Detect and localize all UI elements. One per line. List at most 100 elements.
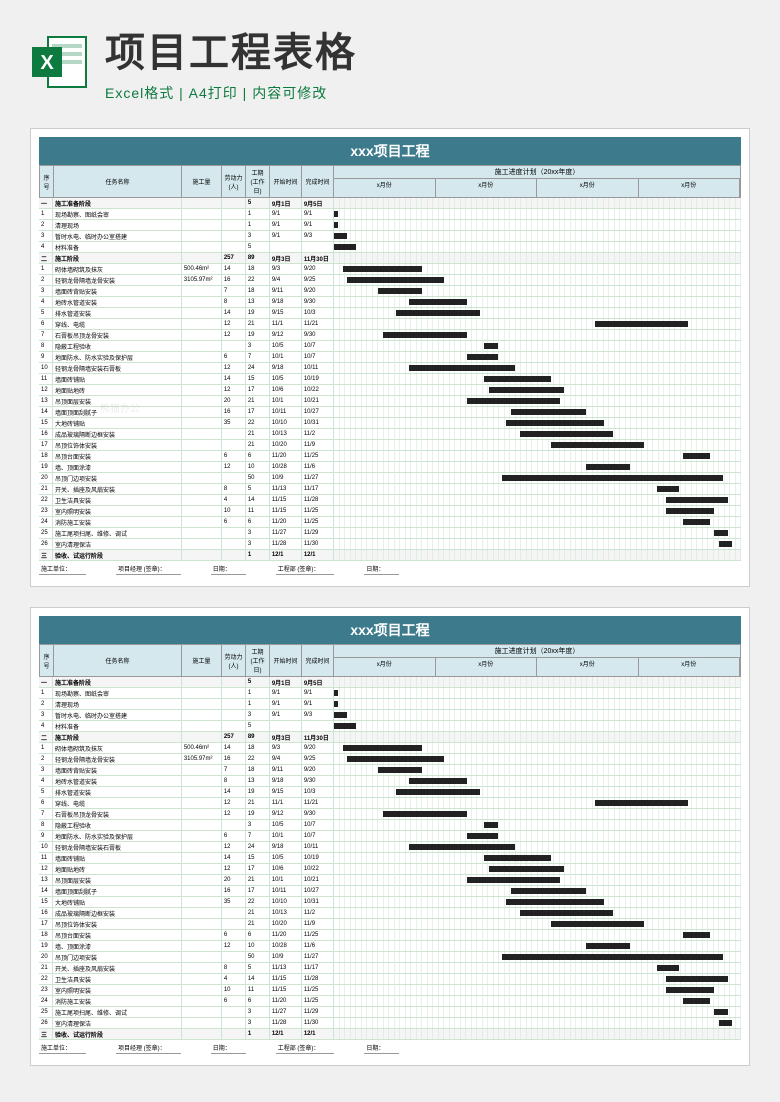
cell-area bbox=[182, 974, 222, 984]
cell-num: 26 bbox=[39, 539, 53, 549]
table-row: 1现场勘察、图纸会审19/19/1 bbox=[39, 688, 741, 699]
cell-num: 17 bbox=[39, 919, 53, 929]
cell-num: 20 bbox=[39, 473, 53, 483]
cell-area bbox=[182, 319, 222, 329]
cell-days: 22 bbox=[246, 275, 270, 285]
cell-days: 21 bbox=[246, 919, 270, 929]
cell-days: 13 bbox=[246, 776, 270, 786]
cell-end: 10/27 bbox=[302, 407, 334, 417]
col-start: 开始时间 bbox=[270, 166, 302, 197]
cell-num: 13 bbox=[39, 396, 53, 406]
cell-labor bbox=[222, 820, 246, 830]
cell-start: 12/1 bbox=[270, 550, 302, 560]
table-row: 17吊顶位饰体安装2110/2011/9 bbox=[39, 919, 741, 930]
cell-days: 21 bbox=[246, 798, 270, 808]
cell-name: 石膏板吊顶龙骨安装 bbox=[53, 809, 182, 819]
cell-area bbox=[182, 688, 222, 698]
cell-name: 轻钢龙骨隔墙龙骨安装 bbox=[53, 754, 182, 764]
cell-labor bbox=[222, 952, 246, 962]
gantt-cell bbox=[334, 996, 741, 1006]
cell-labor: 14 bbox=[222, 374, 246, 384]
cell-start: 10/11 bbox=[270, 886, 302, 896]
cell-days: 3 bbox=[246, 820, 270, 830]
cell-name: 施工准备阶段 bbox=[53, 198, 182, 208]
table-row: 3暂时水电、临时办公室搭建39/19/3 bbox=[39, 710, 741, 721]
cell-days: 21 bbox=[246, 908, 270, 918]
col-area: 施工量 bbox=[182, 645, 222, 676]
cell-start: 10/1 bbox=[270, 396, 302, 406]
gantt-bar bbox=[502, 954, 723, 960]
cell-end: 11/2 bbox=[302, 429, 334, 439]
cell-area bbox=[182, 798, 222, 808]
table-row: 23室内照明安装101111/1511/25 bbox=[39, 506, 741, 517]
table-row: 20吊顶门边项安装5010/911/27 bbox=[39, 952, 741, 963]
cell-name: 验收、试运行阶段 bbox=[53, 550, 182, 560]
cell-name: 施工尾项扫尾、维修、调试 bbox=[53, 528, 182, 538]
footer-unit: 施工单位： bbox=[39, 1043, 86, 1054]
cell-num: 4 bbox=[39, 721, 53, 731]
cell-name: 地砖水管道安装 bbox=[53, 297, 182, 307]
cell-end: 12/1 bbox=[302, 550, 334, 560]
cell-area bbox=[182, 253, 222, 263]
table-row: 3墙面砖背贴安装7189/119/20 bbox=[39, 765, 741, 776]
table-row: 二施工阶段257899月3日11月30日 bbox=[39, 732, 741, 743]
cell-end: 11/30 bbox=[302, 539, 334, 549]
cell-labor: 6 bbox=[222, 831, 246, 841]
cell-days: 89 bbox=[246, 253, 270, 263]
cell-area bbox=[182, 396, 222, 406]
gantt-cell bbox=[334, 677, 741, 687]
gantt-cell bbox=[334, 407, 741, 417]
cell-num: 7 bbox=[39, 809, 53, 819]
cell-end: 9/20 bbox=[302, 286, 334, 296]
table-row: 三验收、试运行阶段112/112/1 bbox=[39, 550, 741, 561]
cell-labor: 12 bbox=[222, 385, 246, 395]
table-row: 15大地砖铺贴352210/1010/31 bbox=[39, 418, 741, 429]
cell-end: 11/9 bbox=[302, 440, 334, 450]
gantt-bar bbox=[334, 244, 356, 250]
cell-name: 地砖水管道安装 bbox=[53, 776, 182, 786]
cell-labor bbox=[222, 198, 246, 208]
gantt-bar bbox=[586, 464, 630, 470]
cell-start: 9/1 bbox=[270, 231, 302, 241]
cell-num: 14 bbox=[39, 886, 53, 896]
cell-end: 9/30 bbox=[302, 297, 334, 307]
cell-area bbox=[182, 732, 222, 742]
cell-end bbox=[302, 721, 334, 731]
table-row: 2清理现场19/19/1 bbox=[39, 699, 741, 710]
cell-end bbox=[302, 242, 334, 252]
cell-area bbox=[182, 528, 222, 538]
gantt-bar bbox=[683, 453, 710, 459]
cell-days: 21 bbox=[246, 429, 270, 439]
table-row: 9地面防水、防水实验及保护层6710/110/7 bbox=[39, 352, 741, 363]
cell-start: 9/12 bbox=[270, 809, 302, 819]
cell-labor: 14 bbox=[222, 264, 246, 274]
cell-name: 卫生洁具安装 bbox=[53, 974, 182, 984]
gantt-cell bbox=[334, 710, 741, 720]
cell-name: 墙、顶面涂漆 bbox=[53, 462, 182, 472]
cell-start: 10/10 bbox=[270, 418, 302, 428]
cell-end: 10/11 bbox=[302, 842, 334, 852]
cell-area bbox=[182, 897, 222, 907]
cell-end: 11月30日 bbox=[302, 732, 334, 742]
cell-name: 墙面砖铺贴 bbox=[53, 374, 182, 384]
cell-name: 吊顶台面安装 bbox=[53, 451, 182, 461]
gantt-bar bbox=[409, 844, 515, 850]
cell-area bbox=[182, 908, 222, 918]
cell-start: 11/1 bbox=[270, 319, 302, 329]
cell-end: 9/25 bbox=[302, 754, 334, 764]
cell-days: 10 bbox=[246, 941, 270, 951]
cell-days: 89 bbox=[246, 732, 270, 742]
gantt-bar bbox=[467, 877, 560, 883]
gantt-bar bbox=[484, 343, 497, 349]
cell-name: 穿线、电缆 bbox=[53, 319, 182, 329]
cell-num: 6 bbox=[39, 798, 53, 808]
table-row: 一施工准备阶段59月1日9月5日 bbox=[39, 677, 741, 688]
cell-start: 9/1 bbox=[270, 220, 302, 230]
cell-days: 1 bbox=[246, 209, 270, 219]
cell-name: 墙面顶面刮腻子 bbox=[53, 886, 182, 896]
cell-name: 石膏板吊顶龙骨安装 bbox=[53, 330, 182, 340]
cell-start: 9/4 bbox=[270, 754, 302, 764]
sheet-preview-1: xxx项目工程序号任务名称施工量劳动力(人)工期(工作日)开始时间完成时间施工进… bbox=[30, 128, 750, 587]
cell-labor bbox=[222, 721, 246, 731]
gantt-bar bbox=[511, 409, 586, 415]
